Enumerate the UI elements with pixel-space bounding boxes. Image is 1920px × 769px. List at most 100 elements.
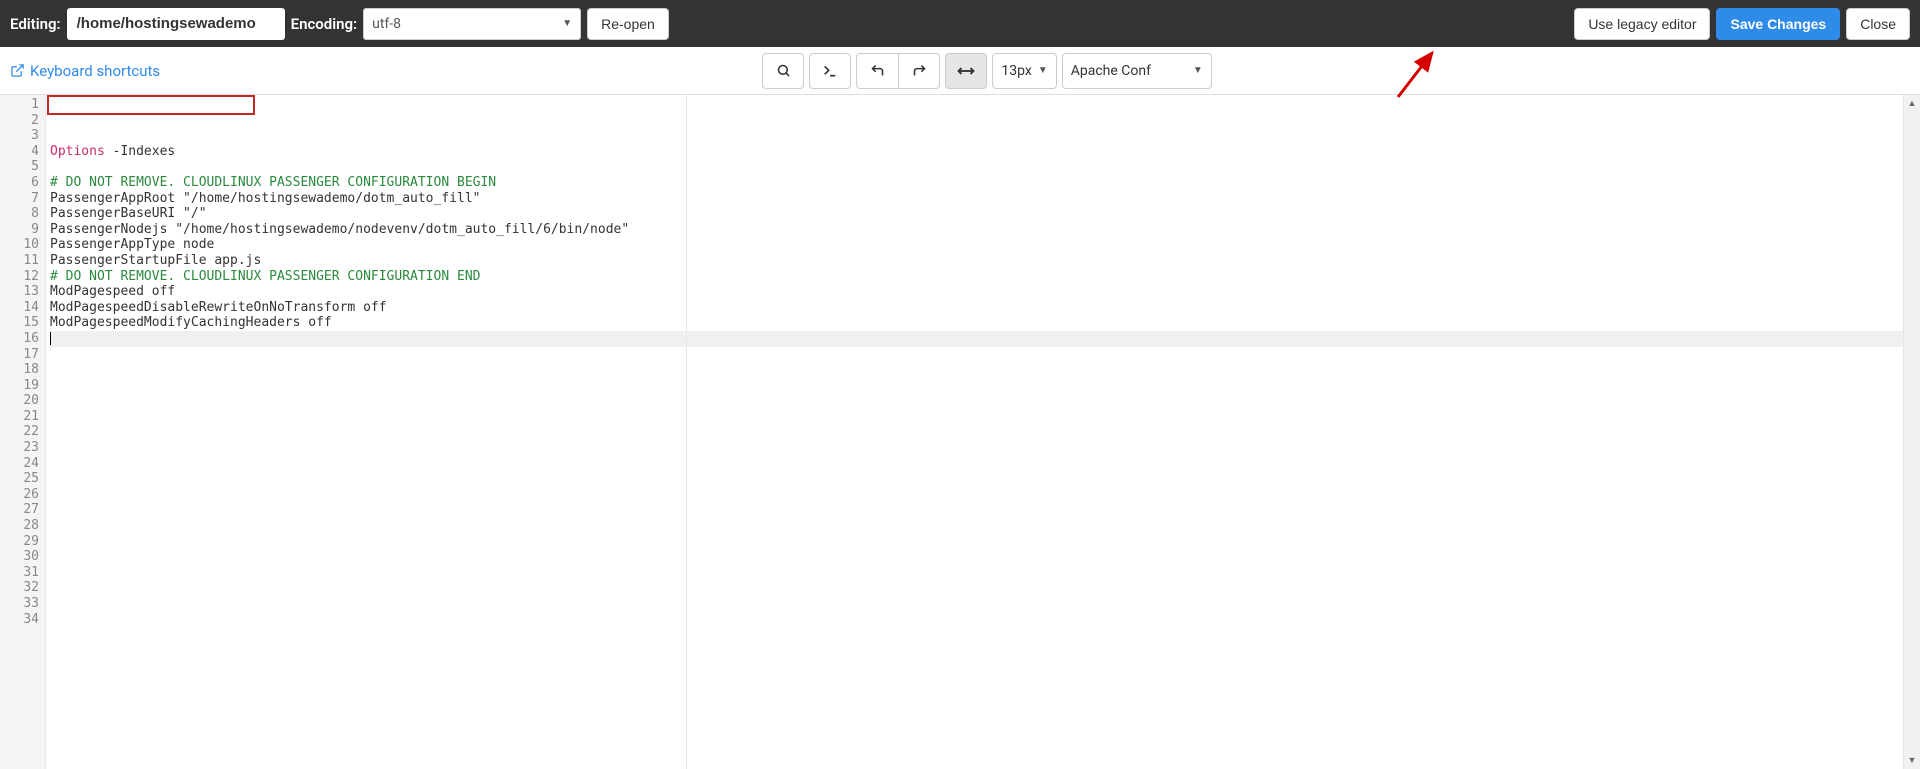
wrap-toggle-button[interactable] (945, 53, 987, 89)
code-line[interactable] (50, 471, 1920, 487)
header-left: Editing: Encoding: utf-8 ▼ Re-open (10, 8, 669, 40)
code-line[interactable]: Options -Indexes (50, 144, 1920, 160)
file-path-input[interactable] (67, 8, 285, 40)
line-number: 30 (0, 549, 45, 565)
encoding-value: utf-8 (372, 16, 401, 32)
external-link-icon (10, 63, 25, 78)
code-line[interactable] (50, 502, 1920, 518)
line-number: 28 (0, 518, 45, 534)
keyboard-shortcuts-label: Keyboard shortcuts (30, 62, 160, 80)
code-line[interactable] (50, 347, 1920, 363)
code-line[interactable]: ModPagespeed off (50, 284, 1920, 300)
search-button[interactable] (762, 53, 804, 89)
chevron-down-icon: ▼ (1193, 65, 1203, 76)
line-number: 22 (0, 424, 45, 440)
line-number: 6 (0, 175, 45, 191)
line-number: 33 (0, 596, 45, 612)
code-line[interactable] (50, 409, 1920, 425)
scroll-up-arrow[interactable]: ▲ (1904, 95, 1920, 112)
code-line[interactable]: ModPagespeedDisableRewriteOnNoTransform … (50, 300, 1920, 316)
line-number: 17 (0, 347, 45, 363)
code-line[interactable] (50, 393, 1920, 409)
editor-region: 1234567891011121314151617181920212223242… (0, 95, 1920, 769)
undo-redo-group (856, 53, 940, 89)
chevron-down-icon: ▼ (562, 18, 572, 29)
encoding-label: Encoding: (291, 15, 358, 33)
code-line[interactable]: PassengerBaseURI "/" (50, 206, 1920, 222)
line-number: 12 (0, 269, 45, 285)
line-number: 29 (0, 534, 45, 550)
encoding-select[interactable]: utf-8 ▼ (363, 8, 581, 40)
code-line[interactable] (50, 565, 1920, 581)
code-line[interactable] (50, 518, 1920, 534)
code-line[interactable]: # DO NOT REMOVE. CLOUDLINUX PASSENGER CO… (50, 175, 1920, 191)
code-line[interactable] (50, 440, 1920, 456)
code-line[interactable]: PassengerNodejs "/home/hostingsewademo/n… (50, 222, 1920, 238)
line-number: 16 (0, 331, 45, 347)
keyboard-shortcuts-link[interactable]: Keyboard shortcuts (10, 62, 160, 80)
line-number: 9 (0, 222, 45, 238)
line-number: 5 (0, 159, 45, 175)
code-line[interactable] (50, 534, 1920, 550)
line-number: 27 (0, 502, 45, 518)
line-number: 15 (0, 315, 45, 331)
code-line[interactable] (50, 549, 1920, 565)
wrap-icon (957, 64, 975, 78)
code-line[interactable] (50, 612, 1920, 628)
line-number: 20 (0, 393, 45, 409)
code-editor[interactable]: Options -Indexes # DO NOT REMOVE. CLOUDLI… (46, 95, 1920, 769)
code-line[interactable] (50, 643, 1920, 659)
save-changes-button[interactable]: Save Changes (1716, 8, 1840, 40)
redo-icon (912, 63, 927, 78)
line-number: 25 (0, 471, 45, 487)
line-number: 26 (0, 487, 45, 503)
line-number: 8 (0, 206, 45, 222)
code-line[interactable]: PassengerStartupFile app.js (50, 253, 1920, 269)
code-line[interactable] (50, 331, 1920, 347)
code-line[interactable] (50, 627, 1920, 643)
close-button[interactable]: Close (1846, 8, 1910, 40)
line-number: 11 (0, 253, 45, 269)
redo-button[interactable] (898, 53, 940, 89)
code-line[interactable]: ModPagespeedModifyCachingHeaders off (50, 315, 1920, 331)
line-number: 14 (0, 300, 45, 316)
code-line[interactable]: # DO NOT REMOVE. CLOUDLINUX PASSENGER CO… (50, 269, 1920, 285)
code-line[interactable] (50, 580, 1920, 596)
line-number: 7 (0, 191, 45, 207)
line-number: 1 (0, 97, 45, 113)
code-line[interactable] (50, 456, 1920, 472)
code-line[interactable] (50, 424, 1920, 440)
reopen-button[interactable]: Re-open (587, 8, 669, 40)
code-line[interactable] (50, 487, 1920, 503)
line-number: 23 (0, 440, 45, 456)
code-line[interactable] (50, 159, 1920, 175)
code-line[interactable] (50, 362, 1920, 378)
line-number: 19 (0, 378, 45, 394)
toolbar: Keyboard shortcuts 13px ▼ Apache Conf ▼ (0, 47, 1920, 95)
syntax-select[interactable]: Apache Conf ▼ (1062, 53, 1212, 89)
font-size-select[interactable]: 13px ▼ (992, 53, 1056, 89)
line-number: 10 (0, 237, 45, 253)
terminal-icon (822, 63, 838, 79)
code-line[interactable] (50, 658, 1920, 674)
code-line[interactable] (50, 596, 1920, 612)
print-margin (686, 95, 687, 769)
legacy-editor-button[interactable]: Use legacy editor (1574, 8, 1710, 40)
code-line[interactable]: PassengerAppType node (50, 237, 1920, 253)
vertical-scrollbar[interactable]: ▲ ▼ (1903, 95, 1920, 769)
line-number: 32 (0, 580, 45, 596)
code-line[interactable]: PassengerAppRoot "/home/hostingsewademo/… (50, 191, 1920, 207)
header-bar: Editing: Encoding: utf-8 ▼ Re-open Use l… (0, 0, 1920, 47)
header-right: Use legacy editor Save Changes Close (1574, 8, 1910, 40)
terminal-button[interactable] (809, 53, 851, 89)
text-cursor (50, 332, 51, 345)
code-line[interactable] (50, 378, 1920, 394)
line-number: 34 (0, 612, 45, 628)
undo-button[interactable] (856, 53, 898, 89)
scroll-down-arrow[interactable]: ▼ (1904, 752, 1920, 769)
line-number: 13 (0, 284, 45, 300)
syntax-value: Apache Conf (1071, 63, 1151, 79)
undo-icon (870, 63, 885, 78)
line-number: 18 (0, 362, 45, 378)
line-gutter: 1234567891011121314151617181920212223242… (0, 95, 46, 769)
